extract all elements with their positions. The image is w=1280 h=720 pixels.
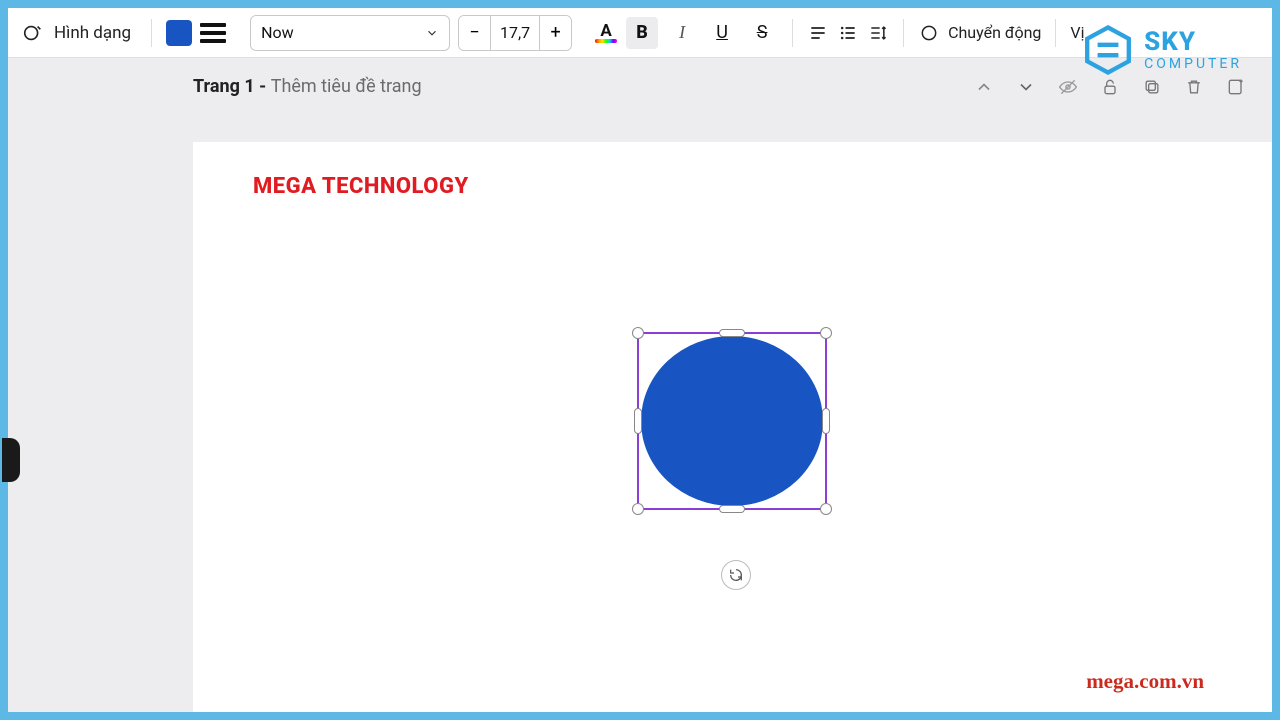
text-color-button[interactable]: A bbox=[594, 23, 618, 43]
spacing-button[interactable] bbox=[867, 22, 889, 44]
rotate-handle[interactable] bbox=[721, 560, 751, 590]
resize-handle-right[interactable] bbox=[822, 408, 830, 434]
bold-button[interactable]: B bbox=[626, 17, 658, 49]
shape-edit-icon bbox=[22, 22, 44, 44]
shape-edit-label[interactable]: Hình dạng bbox=[54, 23, 131, 43]
resize-handle-br[interactable] bbox=[820, 503, 832, 515]
design-canvas[interactable]: MEGA TECHNOLOGY mega.com.vn bbox=[193, 142, 1272, 712]
page-down-icon[interactable] bbox=[1016, 77, 1036, 97]
resize-handle-top[interactable] bbox=[719, 329, 745, 337]
text-color-icon: A bbox=[600, 23, 611, 39]
watermark-logo: SKY COMPUTER bbox=[1082, 24, 1242, 76]
rotate-icon bbox=[728, 567, 744, 583]
page-title-placeholder: Thêm tiêu đề trang bbox=[271, 76, 422, 97]
add-page-icon[interactable] bbox=[1226, 77, 1246, 97]
separator bbox=[792, 19, 793, 47]
resize-handle-bl[interactable] bbox=[632, 503, 644, 515]
chevron-down-icon bbox=[425, 26, 439, 40]
animate-button[interactable]: Chuyển động bbox=[948, 23, 1041, 42]
border-style-button[interactable] bbox=[200, 23, 226, 43]
page-actions bbox=[974, 77, 1250, 97]
delete-icon[interactable] bbox=[1184, 77, 1204, 97]
align-button[interactable] bbox=[807, 22, 829, 44]
page-up-icon[interactable] bbox=[974, 77, 994, 97]
font-family-select[interactable]: Now bbox=[250, 15, 450, 51]
watermark-url: mega.com.vn bbox=[1086, 669, 1204, 694]
font-size-decrease-button[interactable]: − bbox=[459, 15, 491, 51]
side-panel-toggle[interactable] bbox=[2, 438, 20, 482]
document-heading-text[interactable]: MEGA TECHNOLOGY bbox=[253, 174, 469, 199]
watermark-brand-line2: COMPUTER bbox=[1144, 57, 1242, 71]
font-size-stepper: − 17,7 + bbox=[458, 15, 572, 51]
page-number-label: Trang 1 - bbox=[193, 76, 271, 97]
font-size-value[interactable]: 17,7 bbox=[491, 23, 539, 42]
hex-logo-icon bbox=[1082, 24, 1134, 76]
visibility-icon[interactable] bbox=[1058, 77, 1078, 97]
page-title[interactable]: Trang 1 - Thêm tiêu đề trang bbox=[193, 76, 422, 97]
font-size-increase-button[interactable]: + bbox=[539, 15, 571, 51]
resize-handle-tl[interactable] bbox=[632, 327, 644, 339]
font-name-value: Now bbox=[261, 23, 294, 42]
resize-handle-bottom[interactable] bbox=[719, 505, 745, 513]
watermark-brand-line1: SKY bbox=[1144, 29, 1242, 55]
circle-shape[interactable] bbox=[641, 336, 823, 506]
separator bbox=[151, 19, 152, 47]
separator bbox=[1055, 19, 1056, 47]
lock-icon[interactable] bbox=[1100, 77, 1120, 97]
list-button[interactable] bbox=[837, 22, 859, 44]
resize-handle-left[interactable] bbox=[634, 408, 642, 434]
duplicate-icon[interactable] bbox=[1142, 77, 1162, 97]
effects-icon bbox=[918, 22, 940, 44]
underline-button[interactable]: U bbox=[706, 17, 738, 49]
resize-handle-tr[interactable] bbox=[820, 327, 832, 339]
italic-button[interactable]: I bbox=[666, 17, 698, 49]
strikethrough-button[interactable]: S bbox=[746, 17, 778, 49]
separator bbox=[903, 19, 904, 47]
fill-color-chip[interactable] bbox=[166, 20, 192, 46]
selection-frame[interactable] bbox=[637, 332, 827, 510]
